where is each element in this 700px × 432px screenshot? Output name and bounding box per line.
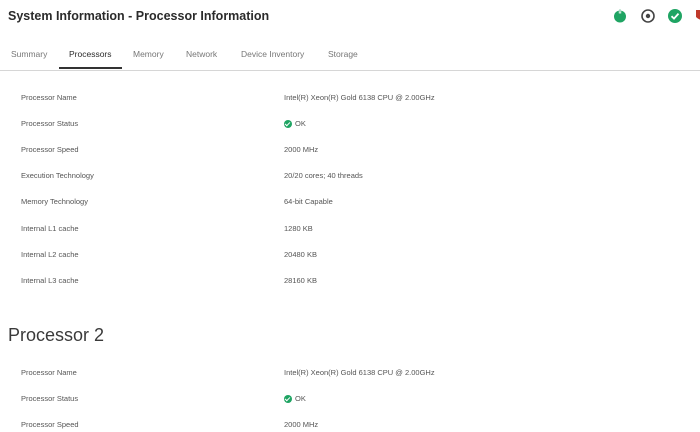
shield-icon[interactable] [694, 8, 700, 24]
status-text: OK [295, 119, 306, 128]
tab-processors[interactable]: Processors [59, 40, 122, 69]
status-ok-icon [284, 395, 292, 403]
row-value: 20/20 cores; 40 threads [284, 171, 363, 180]
row-value: Intel(R) Xeon(R) Gold 6138 CPU @ 2.00GHz [284, 368, 435, 377]
processor-2-speed-row: Processor Speed 2000 MHz [0, 418, 700, 432]
page-title: System Information - Processor Informati… [8, 9, 270, 23]
processor-1-speed-row: Processor Speed 2000 MHz [0, 143, 700, 157]
row-value: 28160 KB [284, 276, 317, 285]
health-ok-icon[interactable] [667, 8, 683, 24]
tab-device-inventory[interactable]: Device Inventory [241, 40, 304, 69]
row-label: Processor Name [21, 368, 77, 377]
tab-summary[interactable]: Summary [11, 40, 47, 69]
processor-2-heading: Processor 2 [8, 325, 105, 345]
processor-2-status-row: Processor Status OK [0, 392, 700, 406]
row-label: Memory Technology [21, 197, 88, 206]
processor-1-l1-row: Internal L1 cache 1280 KB [0, 222, 700, 236]
row-label: Processor Name [21, 93, 77, 102]
row-label: Processor Speed [21, 420, 79, 429]
row-value: 20480 KB [284, 250, 317, 259]
tab-memory[interactable]: Memory [133, 40, 164, 69]
row-label: Execution Technology [21, 171, 94, 180]
row-label: Processor Status [21, 394, 79, 403]
row-label: Internal L3 cache [21, 276, 79, 285]
row-label: Processor Status [21, 119, 79, 128]
status-text: OK [295, 394, 306, 403]
status-value: OK [284, 117, 306, 131]
row-label: Internal L2 cache [21, 250, 79, 259]
processor-1-memory-tech-row: Memory Technology 64-bit Capable [0, 195, 700, 209]
row-value: 2000 MHz [284, 420, 319, 429]
page-header: System Information - Processor Informati… [0, 0, 700, 34]
processor-1-status-row: Processor Status OK [0, 117, 700, 131]
status-ok-icon [284, 120, 292, 128]
status-value: OK [284, 392, 306, 406]
processor-1-l2-row: Internal L2 cache 20480 KB [0, 248, 700, 262]
row-label: Internal L1 cache [21, 224, 79, 233]
processor-1-name-row: Processor Name Intel(R) Xeon(R) Gold 613… [0, 91, 700, 105]
processor-2-name-row: Processor Name Intel(R) Xeon(R) Gold 613… [0, 366, 700, 380]
row-label: Processor Speed [21, 145, 79, 154]
tab-network[interactable]: Network [186, 40, 217, 69]
tab-bar: Summary Processors Memory Network Device… [0, 40, 700, 71]
target-icon[interactable] [640, 8, 656, 24]
row-value: 2000 MHz [284, 145, 319, 154]
processor-1-l3-row: Internal L3 cache 28160 KB [0, 274, 700, 288]
power-icon[interactable] [612, 8, 628, 24]
tab-storage[interactable]: Storage [328, 40, 358, 69]
row-value: 1280 KB [284, 224, 313, 233]
row-value: Intel(R) Xeon(R) Gold 6138 CPU @ 2.00GHz [284, 93, 435, 102]
processor-1-execution-row: Execution Technology 20/20 cores; 40 thr… [0, 169, 700, 183]
row-value: 64-bit Capable [284, 197, 333, 206]
